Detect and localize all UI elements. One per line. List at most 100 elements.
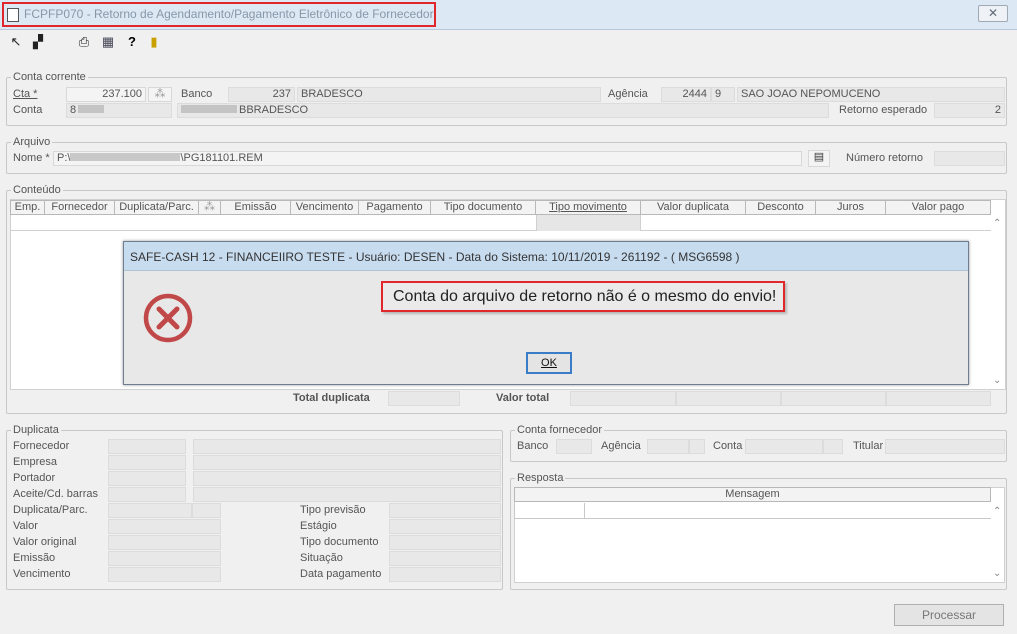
conteudo-legend: Conteúdo xyxy=(11,184,63,196)
col-fornecedor[interactable]: Fornecedor xyxy=(45,200,115,215)
conta-value: 8 xyxy=(70,104,77,116)
emissao-field xyxy=(108,551,221,566)
agencia-digit-field: 9 xyxy=(711,87,735,102)
col-valor-duplicata[interactable]: Valor duplicata xyxy=(641,200,746,215)
nome-label: Nome * xyxy=(13,152,50,164)
dialog-title-bar: SAFE-CASH 12 - FINANCEIIRO TESTE - Usuár… xyxy=(124,242,968,271)
resposta-scroll-up-icon[interactable]: ⌃ xyxy=(993,506,1001,517)
dialog-message: Conta do arquivo de retorno não é o mesm… xyxy=(393,288,777,305)
cf-conta-label: Conta xyxy=(713,440,743,452)
exit-icon[interactable]: ▮ xyxy=(146,34,162,50)
total-valor-duplicata xyxy=(570,391,676,406)
col-emissao[interactable]: Emissão xyxy=(221,200,291,215)
total-duplicata-label: Total duplicata xyxy=(293,392,370,404)
col-duplicata-parc[interactable]: Duplicata/Parc. xyxy=(115,200,199,215)
resposta-row[interactable] xyxy=(585,503,991,519)
masked-path xyxy=(70,153,181,161)
cf-titular-label: Titular xyxy=(853,440,884,452)
cf-conta-field xyxy=(745,439,823,454)
cd-barras-field xyxy=(193,487,501,502)
help-icon[interactable]: ? xyxy=(124,34,140,50)
vencimento-field xyxy=(108,567,221,582)
retorno-esperado-field: 2 xyxy=(934,103,1005,118)
portador-name-field xyxy=(193,471,501,486)
cf-banco-field xyxy=(556,439,592,454)
window-icon xyxy=(7,8,19,22)
table-cell-selected[interactable] xyxy=(536,215,641,231)
scroll-down-icon[interactable]: ⌄ xyxy=(993,375,1001,386)
duplicata-field xyxy=(108,503,192,518)
nome-prefix: P:\ xyxy=(57,152,71,164)
valor-original-label: Valor original xyxy=(13,536,77,548)
valor-original-field xyxy=(108,535,221,550)
total-desconto xyxy=(676,391,781,406)
ok-button[interactable]: OK xyxy=(526,352,572,374)
fornecedor-code-field xyxy=(108,439,186,454)
print-icon[interactable]: ⎙ xyxy=(76,34,92,50)
window-title: FCPFP070 - Retorno de Agendamento/Pagame… xyxy=(24,7,434,21)
agencia-label: Agência xyxy=(608,88,648,100)
cf-agencia-label: Agência xyxy=(601,440,641,452)
tipo-documento-label: Tipo documento xyxy=(300,536,379,548)
nome-input[interactable]: P:\ \PG181101.REM xyxy=(53,151,802,166)
col-mensagem[interactable]: Mensagem xyxy=(514,487,991,502)
col-tipo-movimento[interactable]: Tipo movimento xyxy=(536,200,641,215)
cta-lookup-button[interactable]: ⁂ xyxy=(148,87,172,102)
col-juros[interactable]: Juros xyxy=(816,200,886,215)
cta-input[interactable]: 237.100 xyxy=(66,87,146,102)
duplicata-legend: Duplicata xyxy=(11,424,61,436)
cf-banco-label: Banco xyxy=(517,440,549,452)
numero-retorno-label: Número retorno xyxy=(846,152,924,164)
return-icon[interactable]: ↖ xyxy=(8,34,24,50)
col-desconto[interactable]: Desconto xyxy=(746,200,816,215)
table-row[interactable] xyxy=(10,215,991,231)
cf-conta-digit-field xyxy=(823,439,843,454)
conta-corrente-legend: Conta corrente xyxy=(11,71,88,83)
nome-suffix: \PG181101.REM xyxy=(180,152,263,164)
total-valor-pago xyxy=(886,391,991,406)
conta-label: Conta xyxy=(13,104,43,116)
banco-label: Banco xyxy=(181,88,213,100)
agencia-code-field: 2444 xyxy=(661,87,711,102)
conta-desc-field: BBRADESCO xyxy=(177,103,829,118)
portador-label: Portador xyxy=(13,472,56,484)
dialog-message-box: Conta do arquivo de retorno não é o mesm… xyxy=(381,281,785,312)
cf-agencia-digit-field xyxy=(689,439,705,454)
browse-file-button[interactable]: ▤ xyxy=(808,150,830,167)
cf-agencia-field xyxy=(647,439,689,454)
masked-conta xyxy=(78,105,105,113)
aceite-label: Aceite/Cd. barras xyxy=(13,488,98,500)
empresa-name-field xyxy=(193,455,501,470)
vencimento-label: Vencimento xyxy=(13,568,71,580)
grid-icon[interactable]: ▦ xyxy=(100,34,116,50)
processar-button[interactable]: Processar xyxy=(894,604,1004,626)
close-button[interactable]: ✕ xyxy=(978,5,1008,22)
numero-retorno-field xyxy=(934,151,1005,166)
conta-desc-value: BBRADESCO xyxy=(239,104,309,116)
banco-code-field: 237 xyxy=(228,87,295,102)
resposta-row-indicator[interactable] xyxy=(514,503,585,519)
copy-icon[interactable]: ▞ xyxy=(30,34,46,50)
portador-code-field xyxy=(108,471,186,486)
masked-desc xyxy=(181,105,237,113)
cf-titular-field xyxy=(885,439,1005,454)
dialog-title: SAFE-CASH 12 - FINANCEIIRO TESTE - Usuár… xyxy=(130,250,740,264)
col-emp[interactable]: Emp. xyxy=(10,200,45,215)
resposta-legend: Resposta xyxy=(515,472,566,484)
col-pagamento[interactable]: Pagamento xyxy=(359,200,431,215)
duplicata-parc-label: Duplicata/Parc. xyxy=(13,504,88,516)
col-vencimento[interactable]: Vencimento xyxy=(291,200,359,215)
col-sort-icon[interactable]: ⁂ xyxy=(199,200,221,215)
tipo-documento-field xyxy=(389,535,501,550)
fornecedor-label: Fornecedor xyxy=(13,440,70,452)
scroll-up-icon[interactable]: ⌃ xyxy=(993,218,1001,229)
col-tipo-documento[interactable]: Tipo documento xyxy=(431,200,536,215)
situacao-label: Situação xyxy=(300,552,343,564)
agencia-name-field: SAO JOAO NEPOMUCENO xyxy=(737,87,1005,102)
estagio-label: Estágio xyxy=(300,520,337,532)
error-icon xyxy=(143,293,193,343)
col-valor-pago[interactable]: Valor pago xyxy=(886,200,991,215)
conta-field: 8 xyxy=(66,103,172,118)
resposta-scroll-down-icon[interactable]: ⌄ xyxy=(993,568,1001,579)
total-juros xyxy=(781,391,886,406)
